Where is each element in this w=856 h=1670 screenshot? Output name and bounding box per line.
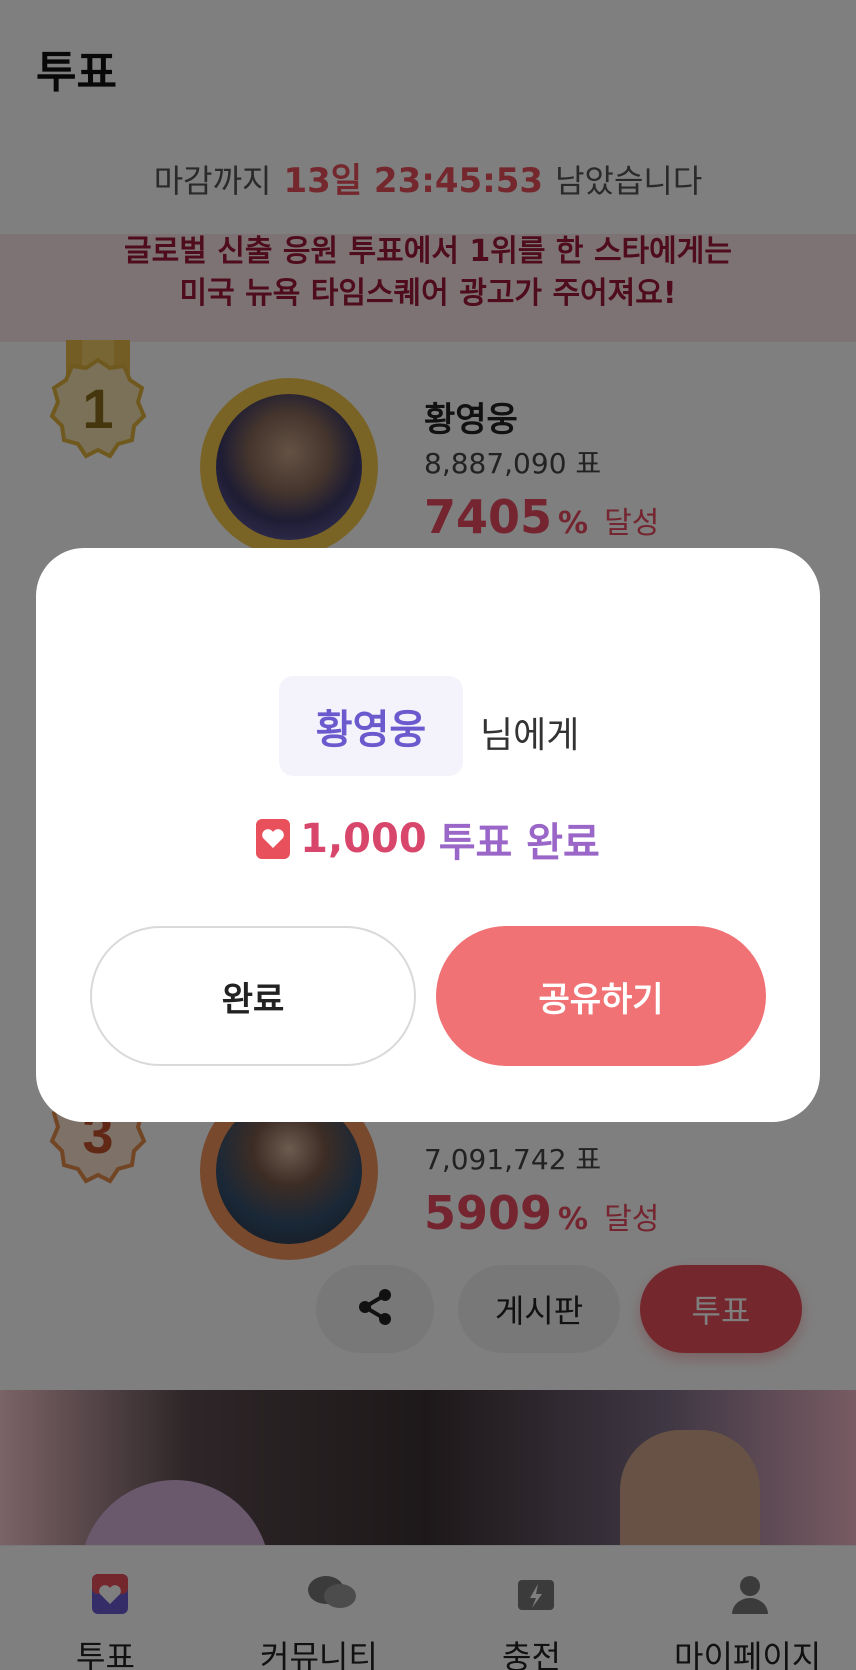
- vote-complete-label: 투표 완료: [438, 820, 600, 866]
- heart-ticket-icon: [256, 819, 291, 859]
- vote-amount: 1,000: [300, 816, 427, 862]
- share-button[interactable]: 공유하기: [436, 926, 766, 1066]
- vote-complete-dialog: 황영웅 님에게 1,000 투표 완료 완료 공유하기: [36, 548, 820, 1122]
- done-button[interactable]: 완료: [90, 926, 416, 1066]
- recipient-name: 황영웅: [279, 676, 463, 776]
- recipient-suffix: 님에게: [480, 715, 580, 756]
- vote-complete-message: 1,000 투표 완료: [36, 810, 820, 868]
